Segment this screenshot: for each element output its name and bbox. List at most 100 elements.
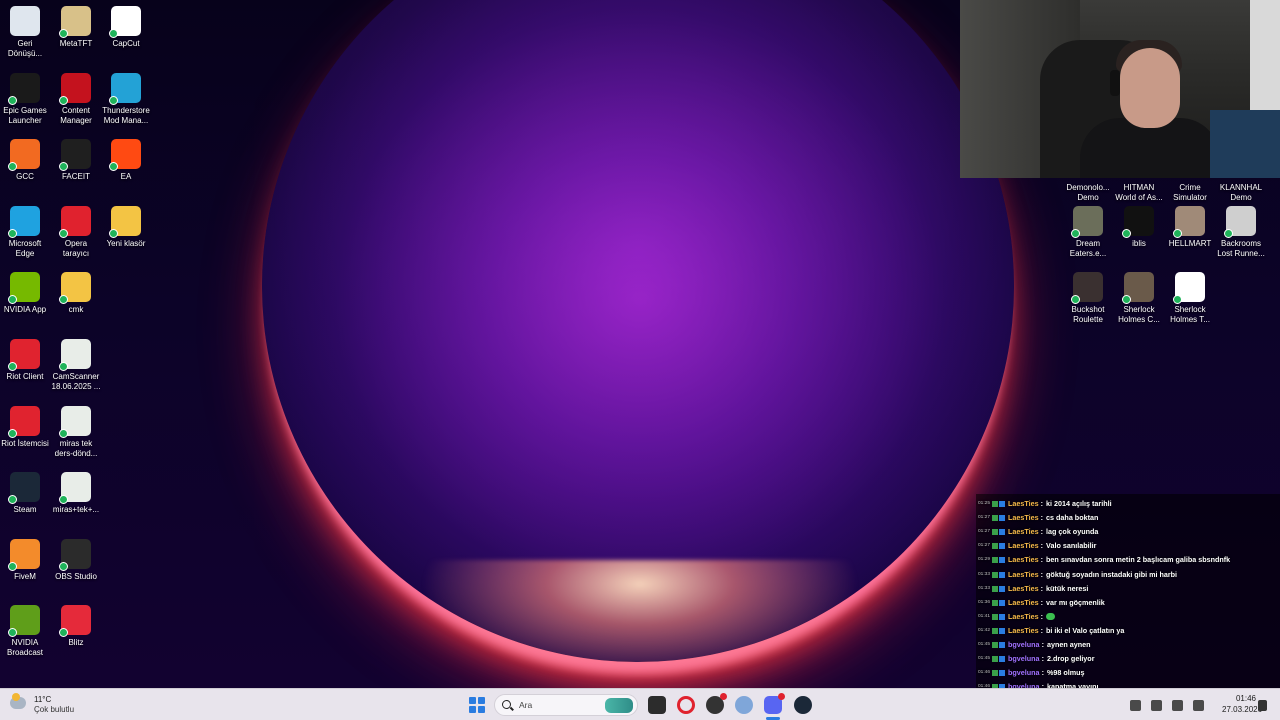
- desktop-game-shortcut[interactable]: Sherlock Holmes C...: [1114, 272, 1164, 325]
- chat-username[interactable]: LaesTies: [1008, 582, 1039, 596]
- desktop-shortcut-label: CapCut: [112, 39, 140, 48]
- taskbar-clock[interactable]: 01:46 27.03.2026: [1222, 693, 1262, 715]
- chat-text: 2.drop geliyor: [1046, 654, 1095, 664]
- desktop-shortcut[interactable]: Geri Dönüşü...: [0, 6, 50, 59]
- desktop-shortcut[interactable]: miras tek ders-dönd...: [51, 406, 101, 459]
- desktop-shortcut[interactable]: NVIDIA Broadcast: [0, 605, 50, 658]
- chevron-up-icon[interactable]: [1130, 699, 1141, 711]
- desktop-game-shortcut[interactable]: Dream Eaters.e...: [1063, 206, 1113, 259]
- desktop-shortcut-label: Epic Games Launcher: [3, 106, 47, 125]
- desktop-shortcut[interactable]: cmk: [51, 272, 101, 315]
- chat-text: cs daha boktan: [1046, 513, 1099, 523]
- chat-username[interactable]: LaesTies: [1008, 511, 1039, 525]
- sync-check-icon: [109, 29, 118, 38]
- chat-username[interactable]: LaesTies: [1008, 624, 1039, 638]
- steam-icon: [8, 472, 40, 504]
- desktop-shortcut[interactable]: MetaTFT: [51, 6, 101, 49]
- desktop-shortcut[interactable]: Epic Games Launcher: [0, 73, 50, 126]
- chat-username[interactable]: bgveluna: [1008, 666, 1040, 680]
- desktop-shortcut[interactable]: CapCut: [101, 6, 151, 49]
- start-button[interactable]: [469, 697, 485, 713]
- desktop-shortcut[interactable]: Thunderstore Mod Mana...: [101, 73, 151, 126]
- chat-badge-icon: [999, 656, 1005, 663]
- chat-username[interactable]: bgveluna: [1008, 638, 1040, 652]
- settings-taskbar-icon[interactable]: [735, 696, 753, 714]
- desktop-shortcut[interactable]: Riot İstemcisi: [0, 406, 50, 449]
- volume-icon[interactable]: [1193, 699, 1204, 711]
- search-icon: [502, 700, 511, 709]
- steam-taskbar-icon[interactable]: [794, 696, 812, 714]
- display-icon[interactable]: [1172, 699, 1183, 711]
- desktop-shortcut[interactable]: Content Manager: [51, 73, 101, 126]
- chat-username[interactable]: LaesTies: [1008, 610, 1039, 624]
- game-icon: [1224, 206, 1256, 238]
- desktop-shortcut-label: OBS Studio: [55, 572, 97, 581]
- desktop-shortcut-label: miras tek ders-dönd...: [54, 439, 98, 458]
- capcut-icon: [109, 6, 141, 38]
- desktop-game-shortcut[interactable]: HELLMART: [1165, 206, 1215, 249]
- desktop-game-shortcut[interactable]: Backrooms Lost Runne...: [1216, 206, 1266, 259]
- desktop-shortcut[interactable]: Yeni klasör: [101, 206, 151, 249]
- chat-text: ki 2014 açılış tarihli: [1046, 499, 1112, 509]
- cloud-sun-icon: [10, 693, 26, 709]
- desktop-shortcut[interactable]: Opera tarayıcı: [51, 206, 101, 259]
- windows-logo-pane: [469, 697, 476, 704]
- sync-check-icon: [109, 229, 118, 238]
- chat-text: var mı göçmenlik: [1046, 597, 1105, 607]
- edge-icon: [8, 206, 40, 238]
- gcc-icon: [8, 139, 40, 171]
- desktop-game-shortcut[interactable]: Sherlock Holmes T...: [1165, 272, 1215, 325]
- chat-username[interactable]: LaesTies: [1008, 539, 1039, 553]
- desktop-shortcut[interactable]: Microsoft Edge: [0, 206, 50, 259]
- chat-username[interactable]: LaesTies: [1008, 525, 1039, 539]
- chat-username[interactable]: bgveluna: [1008, 652, 1040, 666]
- obs-taskbar-icon[interactable]: [706, 693, 727, 714]
- sync-check-icon: [1173, 229, 1182, 238]
- weather-widget[interactable]: 11°C Çok bulutlu: [10, 693, 90, 716]
- opera-taskbar-icon[interactable]: [677, 696, 695, 714]
- blitz-icon: [59, 605, 91, 637]
- sync-check-icon: [8, 429, 17, 438]
- desktop-shortcut[interactable]: Blitz: [51, 605, 101, 648]
- desktop-shortcut[interactable]: FiveM: [0, 539, 50, 582]
- discord-taskbar-icon[interactable]: [764, 693, 785, 714]
- chat-username[interactable]: LaesTies: [1008, 596, 1039, 610]
- notification-bell-icon[interactable]: [1258, 700, 1267, 711]
- desktop-shortcut[interactable]: Steam: [0, 472, 50, 515]
- desktop-shortcut[interactable]: miras+tek+...: [51, 472, 101, 515]
- desktop-shortcut-label: FACEIT: [61, 172, 90, 181]
- chat-emote-icon: [1046, 613, 1056, 621]
- desktop-shortcut[interactable]: CamScanner 18.06.2025 ...: [51, 339, 101, 392]
- chat-badge-icon: [992, 627, 998, 634]
- chat-message: 01:27 LaesTies: Valo sanılabilir: [978, 539, 1278, 553]
- desktop-shortcut[interactable]: EA: [101, 139, 151, 182]
- desktop-shortcut[interactable]: FACEIT: [51, 139, 101, 182]
- desktop-game-shortcut[interactable]: iblis: [1114, 206, 1164, 249]
- desktop-shortcut[interactable]: OBS Studio: [51, 539, 101, 582]
- chat-badge-icon: [999, 543, 1005, 550]
- chat-username[interactable]: LaesTies: [1008, 553, 1039, 567]
- fivem-icon: [8, 539, 40, 571]
- chat-separator: :: [1040, 527, 1044, 537]
- search-highlight-image: [605, 698, 633, 713]
- chat-badge-icon: [992, 613, 998, 620]
- chat-message: 01:33 LaesTies: kütük neresi: [978, 582, 1278, 596]
- desktop-shortcut-label: Sherlock Holmes T...: [1170, 305, 1210, 324]
- chat-badge-icon: [992, 599, 998, 606]
- chat-username[interactable]: LaesTies: [1008, 568, 1039, 582]
- chat-separator: :: [1040, 513, 1044, 523]
- chat-username[interactable]: LaesTies: [1008, 497, 1039, 511]
- nvidia-icon: [8, 272, 40, 304]
- desktop-shortcut-label: Riot Client: [6, 372, 44, 381]
- desktop-game-shortcut[interactable]: Buckshot Roulette: [1063, 272, 1113, 325]
- network-icon[interactable]: [1151, 699, 1162, 711]
- webcam-person-head: [1120, 48, 1180, 128]
- sync-check-icon: [1224, 229, 1233, 238]
- desktop-shortcut[interactable]: NVIDIA App: [0, 272, 50, 315]
- chat-message: 01:25 LaesTies: ki 2014 açılış tarihli: [978, 497, 1278, 511]
- taskbar-search[interactable]: Ara: [494, 694, 638, 716]
- desktop-shortcut[interactable]: GCC: [0, 139, 50, 182]
- file-explorer-taskbar-icon[interactable]: [648, 696, 666, 714]
- desktop-shortcut-label: HITMAN World of As...: [1115, 183, 1163, 202]
- desktop-shortcut[interactable]: Riot Client: [0, 339, 50, 382]
